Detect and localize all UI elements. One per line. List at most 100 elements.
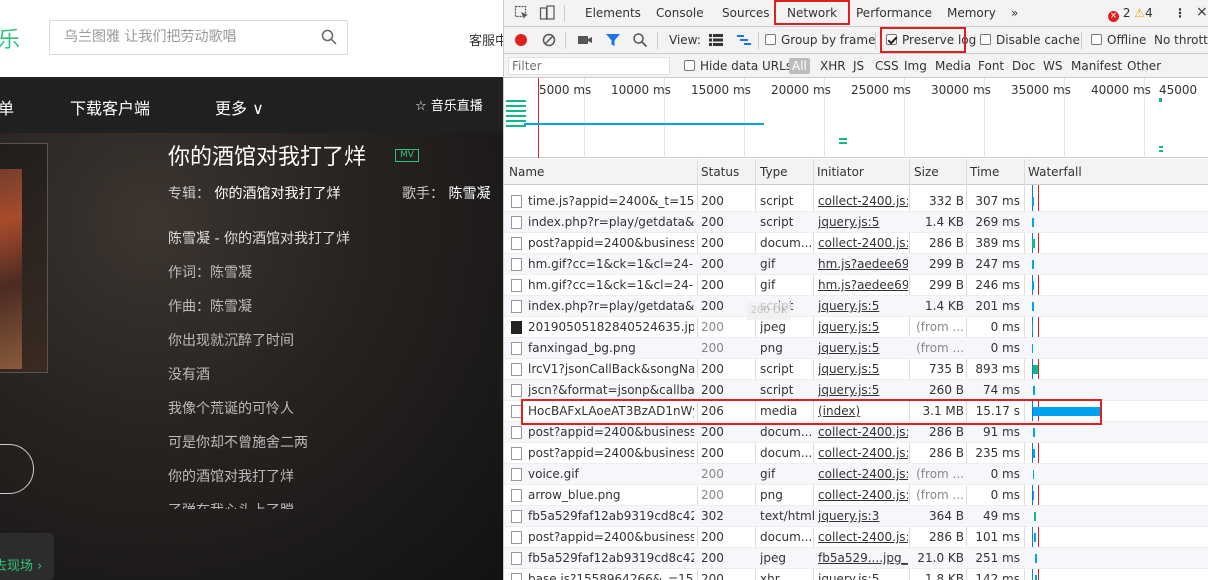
filter-type-manifest[interactable]: Manifest	[1071, 59, 1122, 73]
more-tabs-button[interactable]: »	[1011, 6, 1018, 20]
table-row[interactable]: hm.gif?cc=1&ck=1&cl=24-bi... 200 gif hm.js?…	[504, 254, 1208, 275]
request-initiator[interactable]: collect-2400.js:1	[818, 236, 908, 250]
singer-link[interactable]: 陈雪凝	[448, 186, 490, 202]
screenshot-camera-icon[interactable]	[577, 32, 593, 48]
error-warning-counter[interactable]: × 2 ⚠4	[1108, 6, 1153, 22]
filter-type-img[interactable]: Img	[904, 59, 927, 73]
table-row[interactable]: base.js?1558964266&_=1558... 200 xhr jquery…	[504, 569, 1208, 580]
record-icon[interactable]	[513, 32, 529, 48]
go-live-button[interactable]: 去现场 ›	[0, 533, 54, 580]
table-row[interactable]: arrow_blue.png 200 png collect-2400.js:1 (fr…	[504, 485, 1208, 506]
close-icon[interactable]: ×	[1196, 4, 1208, 20]
clear-icon[interactable]	[541, 32, 557, 48]
hide-data-urls-checkbox[interactable]: Hide data URLs	[684, 59, 792, 73]
table-row[interactable]: post?appid=2400&business=... 200 docum... c…	[504, 233, 1208, 254]
request-initiator[interactable]: collect-2400.js:1	[818, 446, 908, 460]
filter-type-all[interactable]: All	[789, 58, 810, 74]
table-row[interactable]: hm.gif?cc=1&ck=1&cl=24-bi... 200 gif hm.js?…	[504, 275, 1208, 296]
offline-checkbox[interactable]: Offline	[1091, 33, 1146, 47]
search-icon[interactable]	[632, 32, 648, 48]
filter-input[interactable]	[508, 57, 670, 75]
filter-type-other[interactable]: Other	[1127, 59, 1161, 73]
table-row[interactable]: lrcV1?jsonCallBack&songNa... 200 script jqu…	[504, 359, 1208, 380]
request-initiator[interactable]: jquery.js:5	[818, 572, 908, 580]
search-box[interactable]	[49, 20, 348, 55]
filter-type-xhr[interactable]: XHR	[820, 59, 846, 73]
inspect-element-icon[interactable]	[514, 5, 530, 21]
table-row[interactable]: index.php?r=play/getdata&c...200scriptjq…	[504, 212, 1208, 233]
timeline-overview[interactable]: 5000 ms 10000 ms 15000 ms 20000 ms 25000…	[504, 78, 1208, 158]
column-status[interactable]: Status	[701, 165, 739, 179]
nav-item-music-live[interactable]: ☆ 音乐直播	[415, 95, 483, 114]
request-initiator[interactable]: collect-2400.js:1	[818, 530, 908, 544]
tab-sources[interactable]: Sources	[722, 6, 769, 20]
large-rows-icon[interactable]	[708, 32, 724, 48]
nav-item-more[interactable]: 更多 ∨	[215, 95, 264, 119]
column-size[interactable]: Size	[914, 165, 939, 179]
filter-funnel-icon[interactable]	[605, 32, 621, 48]
table-row[interactable]: index.php?r=play/getdata&c...200scriptjq…	[504, 296, 1208, 317]
request-initiator[interactable]: jquery.js:3	[818, 509, 908, 523]
request-initiator[interactable]: jquery.js:5	[818, 362, 908, 376]
album-cover-image[interactable]	[0, 169, 22, 369]
devtools-panel: Elements Console Sources Network Perform…	[503, 0, 1208, 580]
column-waterfall[interactable]: Waterfall	[1028, 165, 1082, 179]
table-row[interactable]: post?appid=2400&business=... 200 docum... c…	[504, 527, 1208, 548]
highlight-network-tab	[774, 0, 850, 25]
play-button[interactable]	[0, 444, 34, 494]
filter-type-js[interactable]: JS	[853, 59, 864, 73]
request-initiator[interactable]: collect-2400.js:1	[818, 467, 908, 481]
request-initiator[interactable]: hm.js?aedee69...	[818, 257, 908, 271]
site-logo[interactable]: 乐	[0, 22, 20, 54]
column-initiator[interactable]: Initiator	[817, 165, 864, 179]
customer-service-link[interactable]: 客服中	[469, 30, 503, 49]
request-initiator[interactable]: fb5a529....jpg_...	[818, 551, 908, 565]
disable-cache-checkbox[interactable]: Disable cache	[980, 33, 1080, 47]
request-initiator[interactable]: jquery.js:5	[818, 383, 908, 397]
request-table-body: time.js?appid=2400&_t=155... 200 script col…	[504, 185, 1208, 580]
filter-type-css[interactable]: CSS	[875, 59, 899, 73]
request-initiator[interactable]: jquery.js:5	[818, 215, 908, 229]
filter-type-doc[interactable]: Doc	[1012, 59, 1035, 73]
tab-console[interactable]: Console	[656, 6, 704, 20]
filter-type-font[interactable]: Font	[978, 59, 1004, 73]
search-icon[interactable]	[321, 29, 337, 45]
tab-elements[interactable]: Elements	[585, 6, 641, 20]
column-type[interactable]: Type	[760, 165, 788, 179]
table-row[interactable]: 20190505182840524635.jpg 200 jpeg jquery.js…	[504, 317, 1208, 338]
throttling-select[interactable]: No throttlin	[1154, 33, 1208, 47]
request-name: index.php?r=play/getdata&c...	[528, 299, 694, 313]
request-initiator[interactable]: collect-2400.js:1	[818, 425, 908, 439]
table-row[interactable]: voice.gif 200 gif collect-2400.js:1 (from ..…	[504, 464, 1208, 485]
table-row[interactable]: fb5a529faf12ab9319cd8c42b... 302 text/html…	[504, 506, 1208, 527]
table-row[interactable]: time.js?appid=2400&_t=155... 200 script col…	[504, 191, 1208, 212]
group-by-frame-checkbox[interactable]: Group by frame	[765, 33, 875, 47]
filter-type-ws[interactable]: WS	[1043, 59, 1062, 73]
table-row[interactable]: post?appid=2400&business=... 200 docum... c…	[504, 443, 1208, 464]
request-initiator[interactable]: jquery.js:5	[818, 299, 908, 313]
table-row[interactable]: fanxingad_bg.png 200 png jquery.js:5 (from .…	[504, 338, 1208, 359]
overview-waterfall-icon[interactable]	[736, 32, 752, 48]
tab-performance[interactable]: Performance	[856, 6, 932, 20]
lyric-line: 没有酒	[168, 367, 210, 383]
nav-item-partial[interactable]: 单	[0, 95, 14, 119]
request-initiator[interactable]: collect-2400.js:1	[818, 488, 908, 502]
mv-badge[interactable]: MV	[395, 149, 419, 162]
search-input[interactable]	[64, 29, 314, 45]
timeline-tick: 35000 ms	[1011, 83, 1071, 97]
column-time[interactable]: Time	[970, 165, 999, 179]
request-initiator[interactable]: hm.js?aedee69...	[818, 278, 908, 292]
devtools-menu-icon[interactable]: ⋮	[1174, 6, 1186, 20]
request-initiator[interactable]: collect-2400.js:1	[818, 194, 908, 208]
request-initiator[interactable]: jquery.js:5	[818, 341, 908, 355]
request-initiator[interactable]: jquery.js:5	[818, 320, 908, 334]
table-row[interactable]: jscn?&format=jsonp&callbac... 200 script jq…	[504, 380, 1208, 401]
device-toolbar-icon[interactable]	[539, 5, 555, 21]
column-name[interactable]: Name	[509, 165, 544, 179]
table-row[interactable]: fb5a529faf12ab9319cd8c42b... 200 jpeg fb5a5…	[504, 548, 1208, 569]
tab-memory[interactable]: Memory	[947, 6, 996, 20]
table-row[interactable]: post?appid=2400&business=... 200 docum... c…	[504, 422, 1208, 443]
filter-type-media[interactable]: Media	[935, 59, 971, 73]
nav-item-download-client[interactable]: 下载客户端	[70, 95, 150, 119]
album-link[interactable]: 你的酒馆对我打了烊	[214, 186, 340, 202]
